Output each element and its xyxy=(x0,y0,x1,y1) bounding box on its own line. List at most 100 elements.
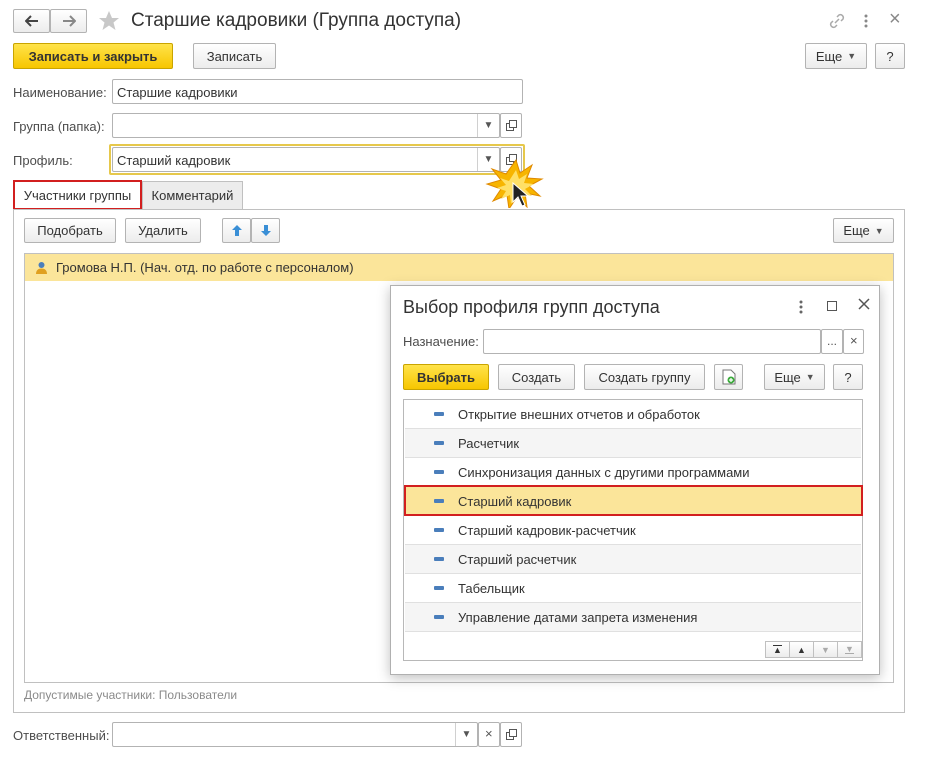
group-label: Группа (папка): xyxy=(13,119,105,134)
dialog-more-button[interactable]: Еще ▼ xyxy=(764,364,825,390)
clear-icon: × xyxy=(850,333,858,348)
arrow-left-icon xyxy=(24,15,38,27)
scroll-top-icon: ▲ xyxy=(773,645,782,655)
caret-down-icon: ▼ xyxy=(821,644,830,655)
profile-icon xyxy=(434,528,444,532)
responsible-clear-button[interactable]: × xyxy=(478,722,500,747)
open-window-icon xyxy=(506,729,517,740)
forward-button[interactable] xyxy=(50,9,87,33)
move-down-button[interactable] xyxy=(251,218,280,243)
group-field[interactable]: ▼ xyxy=(112,113,500,138)
link-icon[interactable] xyxy=(828,12,846,30)
scroll-down-button[interactable]: ▼ xyxy=(813,641,838,658)
list-item-label: Старший кадровик-расчетчик xyxy=(458,522,636,538)
list-item[interactable]: Открытие внешних отчетов и обработок xyxy=(405,400,861,429)
selected-row-highlight xyxy=(404,485,863,516)
list-item[interactable]: Старший кадровик-расчетчик xyxy=(405,516,861,545)
create-group-button[interactable]: Создать группу xyxy=(584,364,705,390)
mouse-cursor-icon xyxy=(512,181,530,208)
chevron-down-icon: ▼ xyxy=(805,372,815,382)
name-field[interactable]: Старшие кадровики xyxy=(112,79,523,104)
tab-comment-label: Комментарий xyxy=(151,188,234,203)
chevron-down-icon: ▼ xyxy=(847,51,857,61)
dialog-help-button[interactable]: ? xyxy=(833,364,863,390)
profile-field[interactable]: Старший кадровик ▼ xyxy=(112,147,500,172)
save-button[interactable]: Записать xyxy=(193,43,276,69)
tab-members[interactable]: Участники группы xyxy=(13,180,142,210)
delete-button[interactable]: Удалить xyxy=(125,218,201,243)
back-button[interactable] xyxy=(13,9,50,33)
name-label: Наименование: xyxy=(13,85,107,100)
user-icon xyxy=(36,261,47,274)
profile-list: Открытие внешних отчетов и обработок Рас… xyxy=(403,399,863,661)
purpose-clear-button[interactable]: × xyxy=(843,329,864,354)
arrow-right-icon xyxy=(62,15,76,27)
chevron-down-icon: ▼ xyxy=(874,225,884,236)
responsible-field[interactable]: ▼ xyxy=(112,722,478,747)
chevron-down-icon[interactable]: ▼ xyxy=(477,114,499,137)
help-button[interactable]: ? xyxy=(875,43,905,69)
list-item-label: Открытие внешних отчетов и обработок xyxy=(458,406,700,422)
list-item-label: Старший расчетчик xyxy=(458,551,577,567)
dialog-title: Выбор профиля групп доступа xyxy=(403,297,660,317)
copy-add-icon xyxy=(722,369,735,385)
profile-label: Профиль: xyxy=(13,153,73,168)
ellipsis-icon: ... xyxy=(827,334,838,348)
table-row[interactable]: Громова Н.П. (Нач. отд. по работе с перс… xyxy=(25,254,893,281)
purpose-field[interactable] xyxy=(483,329,821,354)
scroll-top-button[interactable]: ▲ xyxy=(765,641,790,658)
more-button[interactable]: Еще ▼ xyxy=(805,43,867,69)
more-vertical-icon[interactable] xyxy=(862,12,870,30)
list-item[interactable]: Старший расчетчик xyxy=(405,545,861,574)
tab-comment[interactable]: Комментарий xyxy=(142,181,243,209)
close-icon[interactable]: × xyxy=(889,8,901,31)
list-item[interactable]: Табельщик xyxy=(405,574,861,603)
window-title: Старшие кадровики (Группа доступа) xyxy=(131,10,462,31)
chevron-down-icon[interactable]: ▼ xyxy=(455,723,477,746)
list-item[interactable]: Расчетчик xyxy=(405,429,861,458)
group-open-button[interactable] xyxy=(500,113,522,138)
dialog-more-label: Еще xyxy=(774,369,801,385)
list-item[interactable]: Управление датами запрета изменения xyxy=(405,603,861,632)
profile-icon xyxy=(434,557,444,561)
profile-icon xyxy=(434,615,444,619)
list-item-label: Управление датами запрета изменения xyxy=(458,609,698,625)
profile-icon xyxy=(434,586,444,590)
list-item-label: Табельщик xyxy=(458,580,525,596)
scroll-bottom-icon: ▼ xyxy=(845,644,854,654)
list-item-label: Расчетчик xyxy=(458,435,520,451)
star-icon[interactable] xyxy=(97,9,121,33)
caret-up-icon: ▲ xyxy=(797,644,806,655)
list-item-label: Синхронизация данных с другими программа… xyxy=(458,464,750,480)
profile-icon xyxy=(434,441,444,445)
list-item[interactable]: Синхронизация данных с другими программа… xyxy=(405,458,861,487)
dialog-close-icon[interactable] xyxy=(857,297,871,311)
member-name: Громова Н.П. (Нач. отд. по работе с перс… xyxy=(56,260,354,275)
pick-button[interactable]: Подобрать xyxy=(24,218,116,243)
move-up-button[interactable] xyxy=(222,218,251,243)
responsible-open-button[interactable] xyxy=(500,722,522,747)
open-window-icon xyxy=(506,120,517,131)
tab-members-label: Участники группы xyxy=(23,187,132,203)
arrow-down-icon xyxy=(260,225,271,236)
create-button[interactable]: Создать xyxy=(498,364,575,390)
select-button[interactable]: Выбрать xyxy=(403,364,489,390)
allowed-members-note: Допустимые участники: Пользователи xyxy=(24,688,238,702)
maximize-icon[interactable] xyxy=(827,301,837,311)
purpose-label: Назначение: xyxy=(403,334,479,349)
name-field-value: Старшие кадровики xyxy=(117,85,238,100)
save-and-close-button[interactable]: Записать и закрыть xyxy=(13,43,173,69)
clear-icon: × xyxy=(485,726,493,741)
responsible-label: Ответственный: xyxy=(13,728,110,743)
dialog-more-vertical-icon[interactable] xyxy=(797,299,805,315)
profile-field-value: Старший кадровик xyxy=(117,153,231,168)
add-copy-button[interactable] xyxy=(714,364,743,390)
profile-icon xyxy=(434,412,444,416)
scroll-bottom-button[interactable]: ▼ xyxy=(837,641,862,658)
members-more-button[interactable]: Еще ▼ xyxy=(833,218,894,243)
profile-icon xyxy=(434,470,444,474)
purpose-select-button[interactable]: ... xyxy=(821,329,843,354)
members-more-label: Еще xyxy=(843,223,870,238)
scroll-up-button[interactable]: ▲ xyxy=(789,641,814,658)
arrow-up-icon xyxy=(231,225,242,236)
